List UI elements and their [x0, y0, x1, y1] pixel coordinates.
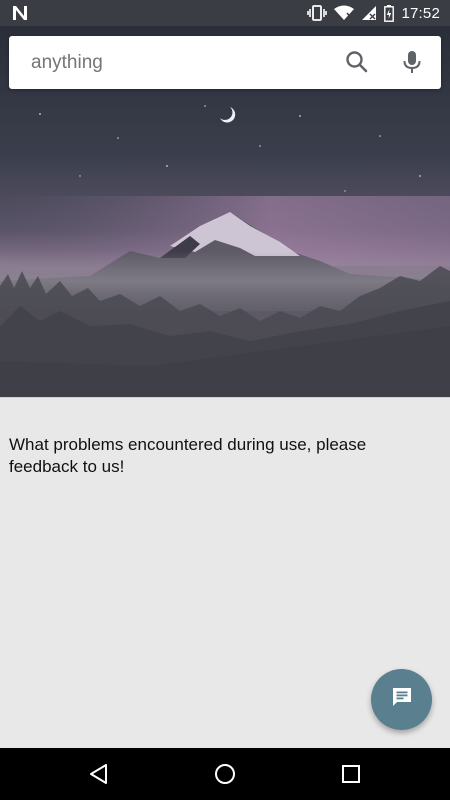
status-icons: 17:52 [307, 0, 440, 26]
signal-icon [361, 5, 377, 21]
feedback-fab-button[interactable] [371, 669, 432, 730]
recents-icon[interactable] [339, 762, 363, 786]
n-notification-icon [11, 5, 29, 21]
home-icon[interactable] [213, 762, 237, 786]
status-bar: 17:52 [0, 0, 450, 26]
app-screen: 17:52 anything What problems encountered… [0, 0, 450, 800]
chat-icon [390, 685, 414, 714]
feedback-message: What problems encountered during use, pl… [9, 435, 367, 476]
search-icon[interactable] [344, 49, 370, 75]
search-input[interactable] [31, 36, 321, 89]
battery-icon [384, 4, 395, 22]
mic-icon[interactable] [399, 49, 425, 75]
search-bar [9, 36, 441, 89]
back-icon[interactable] [87, 762, 111, 786]
status-time: 17:52 [401, 4, 440, 22]
wifi-icon [334, 5, 355, 21]
navigation-bar [0, 748, 450, 800]
vibrate-icon [307, 5, 328, 21]
